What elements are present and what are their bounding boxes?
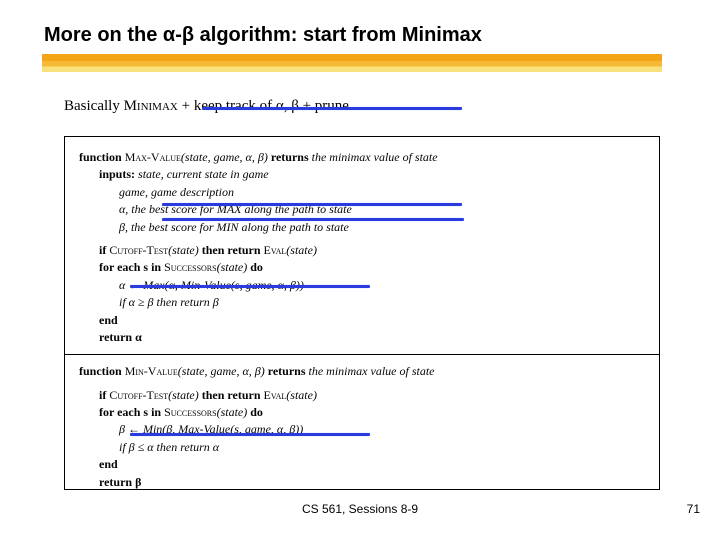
basically-minimax: Minimax <box>124 98 178 114</box>
min-return: return β <box>79 474 645 491</box>
kw-function: function <box>79 150 125 164</box>
fn-successors: Successors <box>164 260 216 274</box>
fn-min-value: Min-Value <box>125 364 178 378</box>
title-beta: β <box>182 24 194 46</box>
footer-text: CS 561, Sessions 8-9 <box>0 502 720 516</box>
title-alpha: α <box>163 24 175 46</box>
kw-returns: returns <box>271 150 312 164</box>
max-prune: if α ≥ β then return β <box>79 294 645 311</box>
min-cutoff: if Cutoff-Test(state) then return Eval(s… <box>79 387 645 404</box>
min-prune: if β ≤ α then return α <box>79 439 645 456</box>
min-args: (state, game, α, β) <box>178 364 268 378</box>
kw-do: do <box>250 260 263 274</box>
fn-eval: Eval <box>264 243 287 257</box>
highlight-stroke <box>162 203 462 206</box>
kw-then-return: then return <box>202 243 264 257</box>
title-dash: - <box>175 24 182 46</box>
kw-then-return: then return <box>202 388 264 402</box>
cutoff-arg: (state) <box>168 388 202 402</box>
highlight-stroke <box>130 433 370 436</box>
fn-cutoff: Cutoff-Test <box>109 243 168 257</box>
max-inputs-state: inputs: state, current state in game <box>79 166 645 183</box>
title-pre: More on the <box>44 24 163 46</box>
highlight-stroke <box>162 218 464 221</box>
highlight-stroke <box>130 285 370 288</box>
max-end: end <box>79 312 645 329</box>
kw-returns: returns <box>268 364 309 378</box>
algorithm-box: function Max-Value(state, game, α, β) re… <box>64 136 660 490</box>
kw-foreach: for each s in <box>99 405 164 419</box>
title-underline <box>42 54 662 72</box>
basically-tail: + keep track of α, β + prune <box>178 98 349 114</box>
max-signature: function Max-Value(state, game, α, β) re… <box>79 149 645 166</box>
kw-do: do <box>250 405 263 419</box>
eval-arg: (state) <box>286 388 317 402</box>
max-inputs-beta: β, the best score for MIN along the path… <box>79 219 645 236</box>
kw-if: if <box>99 388 109 402</box>
min-end: end <box>79 456 645 473</box>
cutoff-arg: (state) <box>168 243 202 257</box>
succ-arg: (state) <box>217 405 251 419</box>
page-number: 71 <box>687 502 700 516</box>
min-ret-text: the minimax value of state <box>309 364 435 378</box>
kw-return-alpha: return α <box>99 330 142 344</box>
kw-if: if <box>99 243 109 257</box>
max-foreach: for each s in Successors(state) do <box>79 259 645 276</box>
min-foreach: for each s in Successors(state) do <box>79 404 645 421</box>
fn-successors: Successors <box>164 405 216 419</box>
max-ret-text: the minimax value of state <box>312 150 438 164</box>
max-args: (state, game, α, β) <box>181 150 271 164</box>
slide: More on the α-β algorithm: start from Mi… <box>0 0 720 540</box>
succ-arg: (state) <box>217 260 251 274</box>
algo-separator <box>65 354 659 355</box>
basically-lead: Basically <box>64 98 124 114</box>
eval-arg: (state) <box>286 243 317 257</box>
max-return: return α <box>79 329 645 346</box>
input-state: state, current state in game <box>138 167 269 181</box>
max-cutoff: if Cutoff-Test(state) then return Eval(s… <box>79 242 645 259</box>
kw-foreach: for each s in <box>99 260 164 274</box>
max-inputs-game: game, game description <box>79 184 645 201</box>
fn-cutoff: Cutoff-Test <box>109 388 168 402</box>
min-update: β ← Min(β, Max-Value(s, game, α, β)) <box>79 421 645 438</box>
kw-return-beta: return β <box>99 475 141 489</box>
kw-function: function <box>79 364 125 378</box>
slide-title: More on the α-β algorithm: start from Mi… <box>44 24 482 47</box>
highlight-stroke <box>202 107 462 110</box>
fn-eval: Eval <box>264 388 287 402</box>
fn-max-value: Max-Value <box>125 150 181 164</box>
kw-inputs: inputs: <box>99 167 138 181</box>
min-signature: function Min-Value(state, game, α, β) re… <box>79 363 645 380</box>
title-post: algorithm: start from Minimax <box>194 24 482 46</box>
